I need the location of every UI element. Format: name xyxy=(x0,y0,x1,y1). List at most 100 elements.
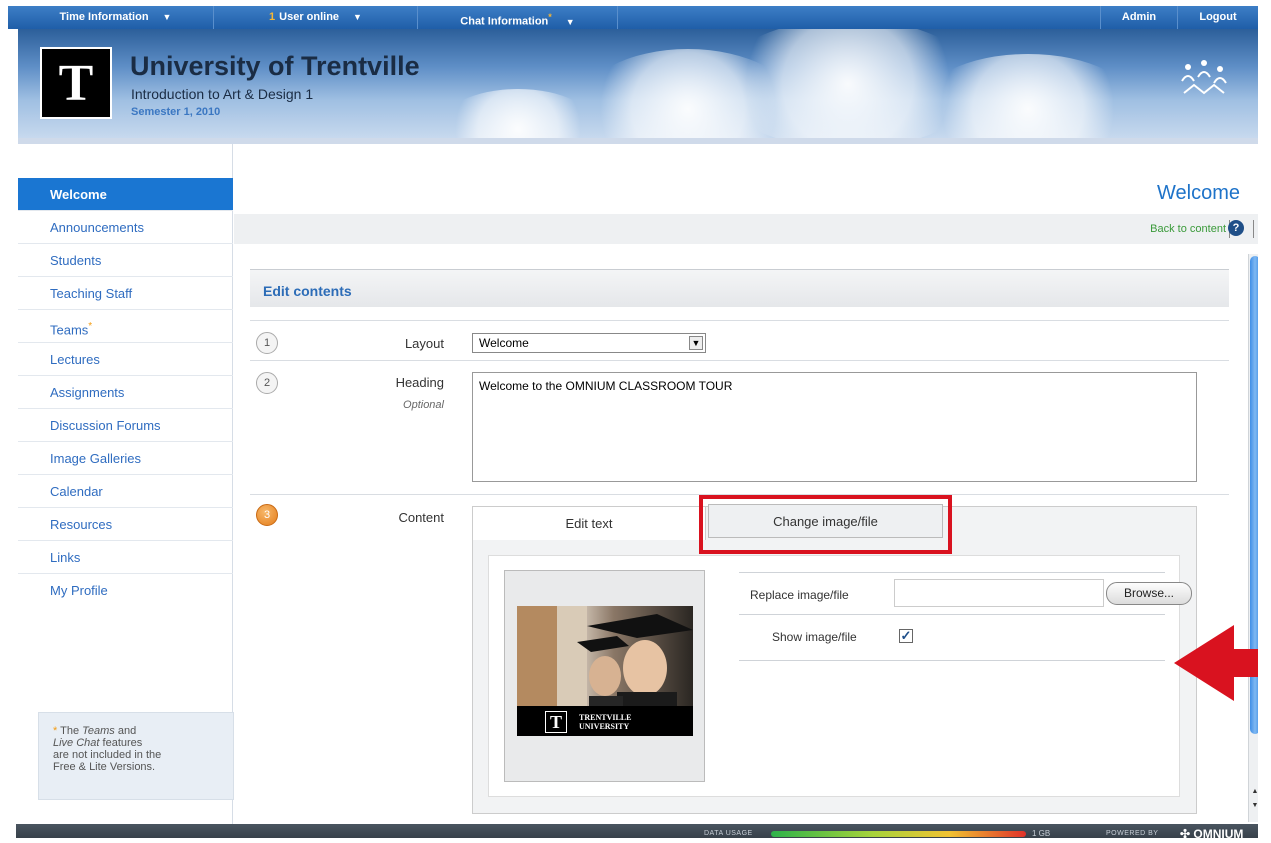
chevron-down-icon: ▼ xyxy=(162,12,172,22)
sidebar-item-lectures[interactable]: Lectures xyxy=(18,343,233,376)
red-arrow-icon xyxy=(1174,625,1258,701)
chevron-down-icon: ▼ xyxy=(565,16,575,27)
show-file-label: Show image/file xyxy=(772,630,857,644)
main-content: Welcome Back to content ? Edit contents … xyxy=(234,144,1258,824)
university-logo: T xyxy=(40,47,112,119)
admin-link[interactable]: Admin xyxy=(1100,6,1178,29)
edit-contents-title: Edit contents xyxy=(263,283,352,299)
layout-select[interactable]: Welcome ▼ xyxy=(472,333,706,353)
divider xyxy=(739,572,1165,573)
university-title: University of Trentville xyxy=(130,51,420,81)
note-teams: Teams xyxy=(82,725,115,737)
note-and: and xyxy=(117,725,137,737)
sidebar-item-discussion-forums[interactable]: Discussion Forums xyxy=(18,409,233,442)
heading-label: Heading xyxy=(395,375,444,390)
note-live-chat: Live Chat xyxy=(53,737,100,749)
omnium-logo: ✣ OMNIUM xyxy=(1180,827,1243,838)
step-badge-2: 2 xyxy=(256,372,278,394)
users-online-label: User online xyxy=(279,11,340,23)
show-file-checkbox[interactable]: ✓ xyxy=(899,629,913,643)
chevron-down-icon: ▼ xyxy=(353,12,362,22)
sidebar-item-announcements[interactable]: Announcements xyxy=(18,211,233,244)
back-to-content-link[interactable]: Back to content xyxy=(1150,223,1226,235)
layout-select-value: Welcome xyxy=(479,336,529,350)
sidebar-item-resources[interactable]: Resources xyxy=(18,508,233,541)
data-usage-amount: 1 GB xyxy=(1032,829,1051,838)
top-bar: Time Information ▼ 1 User online ▼ Chat Inf… xyxy=(8,6,1258,29)
data-usage-label: DATA USAGE xyxy=(704,830,753,837)
sidebar-item-teams[interactable]: Teams* xyxy=(18,310,233,343)
time-info-menu[interactable]: Time Information ▼ xyxy=(18,6,214,29)
course-name: Introduction to Art & Design 1 xyxy=(131,86,314,102)
powered-by-label: POWERED BY xyxy=(1106,830,1159,837)
sidebar-item-teaching-staff[interactable]: Teaching Staff xyxy=(18,277,233,310)
step-badge-1: 1 xyxy=(256,332,278,354)
scroll-up-icon[interactable]: ▲ xyxy=(1250,788,1258,798)
browse-button[interactable]: Browse... xyxy=(1106,582,1192,605)
logout-label: Logout xyxy=(1199,11,1237,23)
tab-edit-text[interactable]: Edit text xyxy=(472,506,706,540)
highlight-box xyxy=(699,495,952,554)
sidebar-item-label: Announcements xyxy=(50,220,144,235)
divider xyxy=(739,614,1165,615)
thumb-uni-line1: TRENTVILLE xyxy=(579,713,632,722)
time-info-label: Time Information xyxy=(59,11,149,23)
divider xyxy=(250,320,1229,321)
content-label: Content xyxy=(398,510,444,525)
chat-info-menu[interactable]: Chat Information* ▼ xyxy=(418,6,618,29)
divider xyxy=(739,660,1165,661)
admin-label: Admin xyxy=(1121,11,1157,23)
graduation-photo: T TRENTVILLE UNIVERSITY xyxy=(517,606,693,736)
page-title: Welcome xyxy=(1157,182,1240,204)
sidebar-item-image-galleries[interactable]: Image Galleries xyxy=(18,442,233,475)
sidebar-item-label: Teams xyxy=(50,322,89,338)
step-badge-3: 3 xyxy=(256,504,278,526)
sidebar-item-label: Calendar xyxy=(50,484,103,499)
replace-file-label: Replace image/file xyxy=(750,588,849,602)
thumb-university-name: TRENTVILLE UNIVERSITY xyxy=(579,713,631,731)
cloud-decoration xyxy=(438,89,598,138)
sidebar-item-label: Welcome xyxy=(50,187,107,202)
sidebar-item-my-profile[interactable]: My Profile xyxy=(18,574,233,607)
sidebar-item-welcome[interactable]: Welcome xyxy=(18,178,233,211)
divider xyxy=(1253,220,1254,238)
sidebar: Welcome Announcements Students Teaching … xyxy=(18,144,234,824)
brand-name: OMNIUM xyxy=(1193,827,1244,838)
heading-textarea[interactable]: Welcome to the OMNIUM CLASSROOM TOUR xyxy=(472,372,1197,482)
users-online-menu[interactable]: 1 User online ▼ xyxy=(214,6,418,29)
star-icon: * xyxy=(88,321,93,332)
people-emblem-icon xyxy=(1181,60,1227,95)
sidebar-item-calendar[interactable]: Calendar xyxy=(18,475,233,508)
sidebar-item-assignments[interactable]: Assignments xyxy=(18,376,233,409)
feature-note: * The Teams and Live Chat features are n… xyxy=(38,712,234,800)
data-usage-bar xyxy=(771,831,1026,837)
thumb-logo-letter: T xyxy=(545,711,567,733)
note-line4: Free & Lite Versions. xyxy=(53,761,156,773)
chat-info-label: Chat Information xyxy=(460,15,549,28)
users-count: 1 xyxy=(269,11,276,23)
file-path-input[interactable] xyxy=(894,579,1104,607)
sidebar-item-label: Discussion Forums xyxy=(50,418,161,433)
sidebar-item-label: Students xyxy=(50,253,102,268)
star-icon: * xyxy=(548,12,552,22)
header-banner: T University of Trentville Introduction … xyxy=(18,29,1258,138)
sidebar-item-links[interactable]: Links xyxy=(18,541,233,574)
logout-link[interactable]: Logout xyxy=(1178,6,1258,29)
help-icon[interactable]: ? xyxy=(1228,220,1244,236)
layout-label: Layout xyxy=(404,336,444,351)
scroll-down-icon[interactable]: ▼ xyxy=(1250,802,1258,812)
semester-label: Semester 1, 2010 xyxy=(131,106,221,118)
sidebar-item-label: Assignments xyxy=(50,385,125,400)
edit-contents-header: Edit contents xyxy=(250,269,1229,307)
divider xyxy=(250,360,1229,361)
heading-optional-label: Optional xyxy=(403,399,444,411)
footer-bar: DATA USAGE 1 GB POWERED BY ✣ OMNIUM xyxy=(16,824,1258,838)
thumb-uni-line2: UNIVERSITY xyxy=(579,722,630,731)
sidebar-item-label: My Profile xyxy=(50,583,108,598)
sidebar-item-label: Links xyxy=(50,550,81,565)
scrollbar[interactable]: ▲ ▼ xyxy=(1248,254,1258,822)
note-features: features xyxy=(102,737,143,749)
sidebar-item-students[interactable]: Students xyxy=(18,244,233,277)
note-line3: are not included in the xyxy=(53,749,162,761)
image-preview: T TRENTVILLE UNIVERSITY xyxy=(504,570,705,782)
